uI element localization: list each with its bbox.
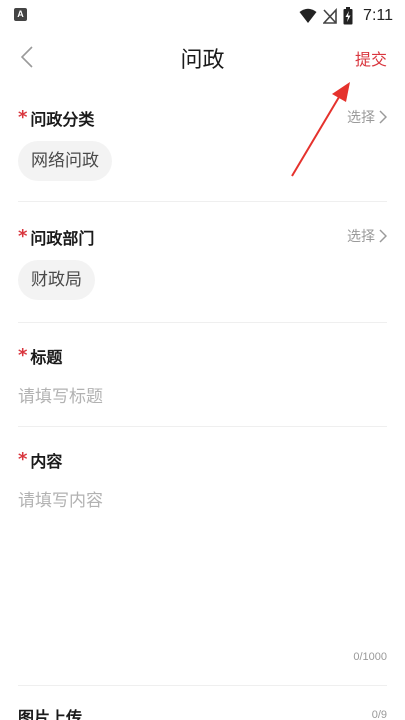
department-section: * 问政部门 选择 财政局	[18, 223, 387, 319]
category-label-text: 问政分类	[30, 110, 95, 129]
content-textarea[interactable]: 请填写内容	[18, 486, 387, 636]
chevron-right-icon	[379, 110, 387, 124]
title-input[interactable]: 请填写标题	[18, 382, 103, 407]
nav-bar: 问政 提交	[0, 32, 405, 82]
submit-button[interactable]: 提交	[355, 46, 387, 70]
required-mark: *	[18, 449, 28, 470]
divider	[18, 426, 387, 427]
battery-charging-icon	[343, 7, 353, 25]
screen: A 7:11 问政 提交 * 问政分类 选择 网络问政 * 问政部门 选择 财政…	[0, 0, 405, 720]
required-mark: *	[18, 107, 28, 128]
divider	[18, 322, 387, 323]
department-label-text: 问政部门	[30, 229, 95, 248]
category-label: * 问政分类	[18, 106, 94, 130]
status-icons: 7:11	[299, 5, 393, 27]
no-signal-icon	[323, 8, 337, 24]
status-bar: A 7:11	[0, 0, 405, 32]
required-mark: *	[18, 345, 28, 366]
required-mark: *	[18, 226, 28, 247]
content-label-text: 内容	[30, 452, 63, 471]
divider	[18, 201, 387, 202]
content-label: * 内容	[18, 448, 62, 472]
title-section: * 标题 请填写标题	[18, 342, 387, 422]
title-label-text: 标题	[30, 348, 63, 367]
department-label: * 问政部门	[18, 225, 94, 249]
department-select-button[interactable]: 选择	[347, 226, 387, 246]
title-label: * 标题	[18, 344, 62, 368]
select-label: 选择	[347, 110, 375, 126]
image-upload-section: 图片上传 0/9	[18, 704, 387, 720]
category-select-button[interactable]: 选择	[347, 107, 387, 127]
category-chip: 网络问政	[18, 141, 112, 181]
wifi-icon	[299, 8, 317, 23]
image-upload-label: 图片上传	[18, 708, 83, 720]
image-upload-counter: 0/9	[371, 709, 387, 720]
content-section: * 内容 请填写内容 0/1000	[18, 446, 387, 666]
department-chip: 财政局	[18, 260, 95, 300]
page-title: 问政	[180, 48, 225, 73]
category-section: * 问政分类 选择 网络问政	[18, 104, 387, 200]
divider	[18, 685, 387, 686]
content-char-counter: 0/1000	[353, 651, 387, 663]
chevron-right-icon	[379, 229, 387, 243]
status-time: 7:11	[363, 7, 393, 24]
app-notification-icon: A	[14, 8, 27, 21]
select-label: 选择	[347, 229, 375, 245]
